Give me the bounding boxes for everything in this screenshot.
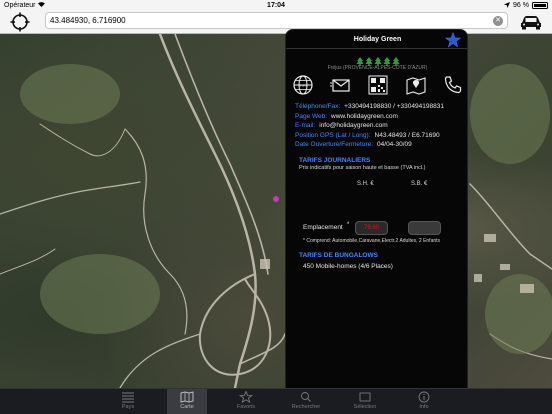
tab-label: Carte [180,404,194,410]
high-season-header: S.H. € [357,181,374,187]
emplacement-asterisk: * [347,222,350,228]
coordinates-value: 43.484930, 6.716900 [50,16,126,25]
phone-icon[interactable] [442,74,464,96]
detail-value[interactable]: +330494198830 / +330494198831 [344,102,444,112]
star-icon [239,391,253,403]
clear-input-icon[interactable]: ✕ [493,16,503,26]
tarifs-subtitle: Prix indicatifs pour saison haute et bas… [299,165,426,171]
tab-label: Info [419,404,429,410]
contact-icon-row: www [292,74,464,96]
globe-icon[interactable]: www [292,74,314,96]
detail-row: E-mail: info@holidaygreen.com [295,121,444,131]
title-divider [286,48,469,49]
detail-label: Date Ouverture/Fermeture: [295,141,374,148]
tab-label: Sélection [353,404,377,410]
status-right: 96 % [504,1,548,9]
detail-row: Position GPS (Lat / Long): N43.48493 / E6… [295,131,444,141]
emplacement-label: Emplacement [303,224,343,231]
search-icon [301,392,311,402]
rating-stars [356,53,400,66]
campsite-pin-icon[interactable] [273,196,279,202]
detail-value[interactable]: www.holidaygreen.com [331,112,398,122]
map-icon [180,391,194,403]
rating-star-icon [392,53,400,66]
satellite-map[interactable] [0,34,552,388]
battery-icon [532,1,548,9]
tab-favoris[interactable]: Favoris [216,389,276,414]
bungalows-info: 450 Mobile-homes (4/6 Places) [303,263,393,270]
location-arrow-icon [504,2,511,8]
locate-compass-button[interactable] [10,12,30,32]
price-note: * Comprend: Automobile,Caravane,Electr.2… [303,238,441,244]
battery-percent: 96 % [513,1,529,9]
detail-row: Page Web: www.holidaygreen.com [295,112,444,122]
tab-rechercher[interactable]: Rechercher [276,389,336,414]
detail-label: Position GPS (Lat / Long): [295,131,371,139]
detail-value: 04/04-30/09 [377,141,412,148]
detail-label: E-mail: [295,122,316,129]
rating-star-icon [365,53,373,66]
car-icon[interactable] [519,14,543,30]
bungalows-title: TARIFS DE BUNGALOWS [299,252,378,259]
tab-selection[interactable]: Sélection [335,389,395,414]
map-roads [0,34,552,388]
status-time: 17:04 [267,1,285,9]
tab-pays[interactable]: Pays [98,389,158,414]
tab-label: Favoris [236,404,256,410]
rating-star-icon [374,53,382,66]
detail-row: Date Ouverture/Fermeture: 04/04-30/09 [295,140,444,150]
campsite-info-panel: Holiday Green Fréjus (PROVENCE-ALPES-CÔT… [285,29,469,400]
svg-text:www: www [299,83,308,88]
campsite-location: Fréjus (PROVENCE-ALPES-CÔTE D'AZUR) [327,65,428,71]
navigation-bar: 43.484930, 6.716900 ✕ [0,11,552,34]
low-season-header: S.B. € [411,181,428,187]
rating-star-icon [356,53,364,66]
qr-code-icon[interactable] [367,74,389,96]
contact-details: Téléphone/Fax: +330494198830 / +330494198… [295,102,444,150]
tab-label: Rechercher [291,404,321,410]
detail-value: N43.48493 / E6.71690 [374,131,440,139]
tab-info[interactable]: Info [394,389,454,414]
detail-row: Téléphone/Fax: +330494198830 / +330494198… [295,102,444,112]
tab-bar: Pays Carte Favoris Rechercher Sélection [0,388,552,414]
campsite-title: Holiday Green [353,36,402,43]
price-high-season: 79.60 [355,221,388,235]
tab-carte[interactable]: Carte [167,389,207,414]
favorite-star-icon[interactable] [445,32,461,48]
email-icon[interactable] [329,74,352,96]
detail-label: Page Web: [295,112,328,120]
status-bar: Opérateur 17:04 96 % [0,0,552,11]
info-icon [418,391,430,403]
map-pin-icon[interactable] [405,74,427,96]
tab-label: Pays [121,404,135,410]
selection-icon [359,392,371,402]
detail-value[interactable]: info@holidaygreen.com [319,121,387,131]
coordinates-search-input[interactable]: 43.484930, 6.716900 ✕ [45,12,508,29]
price-low-season [408,221,441,235]
detail-label: Téléphone/Fax: [295,103,341,110]
list-icon [122,392,134,403]
rating-star-icon [383,53,391,66]
tarifs-title: TARIFS JOURNALIERS [299,157,371,164]
